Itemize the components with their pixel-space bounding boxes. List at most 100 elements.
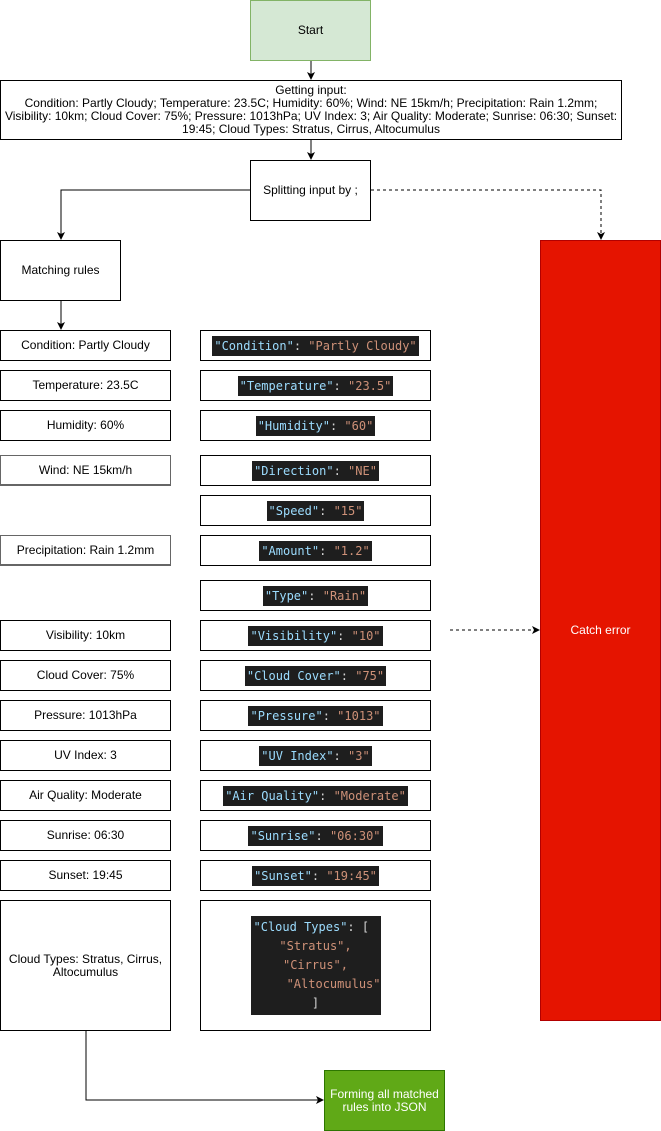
json-pair: "Pressure": "1013" bbox=[248, 705, 383, 726]
rule-label: Cloud Types: Stratus, Cirrus, Altocumulu… bbox=[8, 951, 163, 979]
json-value: "Rain" bbox=[322, 588, 367, 603]
rule-label: Precipitation: Rain 1.2mm bbox=[16, 542, 155, 557]
json-value: "1.2" bbox=[333, 543, 370, 558]
final-json-node: Forming all matched rules into JSON bbox=[324, 1070, 445, 1131]
json-sep: : bbox=[308, 588, 323, 603]
json-value: "06:30" bbox=[329, 828, 381, 843]
json-array-item: "Stratus", bbox=[279, 939, 352, 953]
json-sep: : bbox=[340, 668, 356, 683]
json-value: "Moderate" bbox=[333, 788, 406, 803]
rule-label: Pressure: 1013hPa bbox=[34, 708, 137, 722]
json-key: "Speed" bbox=[268, 503, 320, 518]
json-sep: : bbox=[333, 378, 348, 393]
json-value: "19:45" bbox=[326, 868, 377, 883]
rule-precipitation: Precipitation: Rain 1.2mm bbox=[0, 535, 171, 566]
json-key: "UV Index" bbox=[261, 748, 334, 763]
rule-pressure: Pressure: 1013hPa bbox=[0, 700, 171, 731]
json-pair: "Direction": "NE" bbox=[252, 460, 379, 481]
json-key: "Amount" bbox=[261, 543, 320, 558]
json-value: "15" bbox=[333, 503, 363, 518]
rule-visibility: Visibility: 10km bbox=[0, 620, 171, 651]
matching-rules-node: Matching rules bbox=[0, 240, 121, 301]
json-pair: "Visibility": "10" bbox=[248, 625, 383, 646]
json-value: "75" bbox=[355, 668, 385, 683]
json-sunrise: "Sunrise": "06:30" bbox=[200, 820, 431, 851]
matching-label: Matching rules bbox=[21, 263, 100, 277]
json-sunset: "Sunset": "19:45" bbox=[200, 860, 431, 891]
rule-label: Air Quality: Moderate bbox=[29, 788, 142, 802]
json-pair: "UV Index": "3" bbox=[259, 745, 372, 766]
json-key: "Sunrise" bbox=[250, 828, 316, 843]
json-key: "Condition" bbox=[214, 338, 294, 353]
rule-label: Humidity: 60% bbox=[46, 418, 125, 432]
edge-split-to-matching bbox=[57, 189, 250, 240]
json-amount: "Amount": "1.2" bbox=[200, 535, 431, 566]
json-key: "Cloud Cover" bbox=[246, 668, 341, 683]
json-value: "NE" bbox=[348, 463, 377, 478]
json-sep: : bbox=[347, 920, 362, 934]
json-condition: "Condition": "Partly Cloudy" bbox=[200, 330, 431, 361]
json-sep: : bbox=[337, 628, 352, 643]
json-pair: "Sunrise": "06:30" bbox=[248, 825, 383, 846]
final-label: Forming all matched rules into JSON bbox=[330, 1086, 439, 1114]
json-sep: : bbox=[315, 828, 330, 843]
json-sep: : bbox=[329, 418, 345, 433]
json-pair: "Amount": "1.2" bbox=[259, 540, 372, 561]
catch-error-label: Catch error bbox=[570, 623, 631, 637]
rule-label: Condition: Partly Cloudy bbox=[21, 338, 150, 352]
rule-label: Sunset: 19:45 bbox=[48, 868, 123, 882]
json-value: "1013" bbox=[337, 708, 381, 723]
json-sep: : bbox=[293, 338, 309, 353]
json-key: "Type" bbox=[264, 588, 309, 603]
json-pair: "Type": "Rain" bbox=[262, 585, 369, 606]
json-sep: : bbox=[319, 503, 334, 518]
json-value: "Partly Cloudy" bbox=[308, 338, 417, 353]
json-sep: : bbox=[319, 788, 334, 803]
json-humidity: "Humidity": "60" bbox=[200, 410, 431, 441]
start-label: Start bbox=[297, 23, 324, 37]
split-label: Splitting input by ; bbox=[263, 183, 358, 197]
rule-cloud-cover: Cloud Cover: 75% bbox=[0, 660, 171, 691]
rule-condition: Condition: Partly Cloudy bbox=[0, 330, 171, 361]
json-direction: "Direction": "NE" bbox=[200, 455, 431, 486]
json-value: "10" bbox=[351, 628, 381, 643]
json-air-quality: "Air Quality": "Moderate" bbox=[200, 780, 431, 811]
getting-input-node: Getting input: Condition: Partly Cloudy;… bbox=[0, 80, 622, 140]
json-uv-index: "UV Index": "3" bbox=[200, 740, 431, 771]
input-text: Condition: Partly Cloudy; Temperature: 2… bbox=[4, 96, 618, 136]
split-node: Splitting input by ; bbox=[250, 160, 371, 221]
json-key: "Temperature" bbox=[239, 378, 334, 393]
rule-label: Visibility: 10km bbox=[45, 628, 126, 642]
rule-sunset: Sunset: 19:45 bbox=[0, 860, 171, 891]
json-speed: "Speed": "15" bbox=[200, 495, 431, 526]
json-pair: "Speed": "15" bbox=[266, 500, 365, 521]
json-type: "Type": "Rain" bbox=[200, 580, 431, 611]
json-sep: : bbox=[333, 463, 349, 478]
json-cloud-types-block: "Cloud Types": [ "Stratus", "Cirrus", "A… bbox=[250, 916, 381, 1015]
json-key: "Humidity" bbox=[257, 418, 330, 433]
json-key: "Cloud Types" bbox=[253, 920, 348, 934]
json-key: "Direction" bbox=[254, 463, 334, 478]
json-pair: "Sunset": "19:45" bbox=[252, 865, 379, 886]
rule-sunrise: Sunrise: 06:30 bbox=[0, 820, 171, 851]
rule-label: Sunrise: 06:30 bbox=[46, 828, 125, 842]
edge-split-to-catch bbox=[371, 189, 605, 240]
json-key: "Air Quality" bbox=[225, 788, 320, 803]
edge-cloudtypes-to-final bbox=[85, 1030, 324, 1104]
json-value: "3" bbox=[348, 748, 370, 763]
json-pair: "Condition": "Partly Cloudy" bbox=[212, 335, 419, 356]
json-array-item: "Altocumulus" bbox=[286, 977, 381, 991]
rule-label: Temperature: 23.5C bbox=[32, 378, 139, 392]
json-array-item: "Cirrus", bbox=[282, 958, 349, 972]
rule-humidity: Humidity: 60% bbox=[0, 410, 171, 441]
json-cloud-cover: "Cloud Cover": "75" bbox=[200, 660, 431, 691]
json-bracket-open: [ bbox=[361, 920, 370, 934]
rule-wind: Wind: NE 15km/h bbox=[0, 455, 171, 486]
rule-cloud-types: Cloud Types: Stratus, Cirrus, Altocumulu… bbox=[0, 900, 171, 1031]
json-pair: "Air Quality": "Moderate" bbox=[223, 785, 408, 806]
json-pair: "Humidity": "60" bbox=[255, 415, 376, 436]
rule-uv-index: UV Index: 3 bbox=[0, 740, 171, 771]
rule-air-quality: Air Quality: Moderate bbox=[0, 780, 171, 811]
json-pair: "Temperature": "23.5" bbox=[237, 375, 394, 396]
rule-temperature: Temperature: 23.5C bbox=[0, 370, 171, 401]
